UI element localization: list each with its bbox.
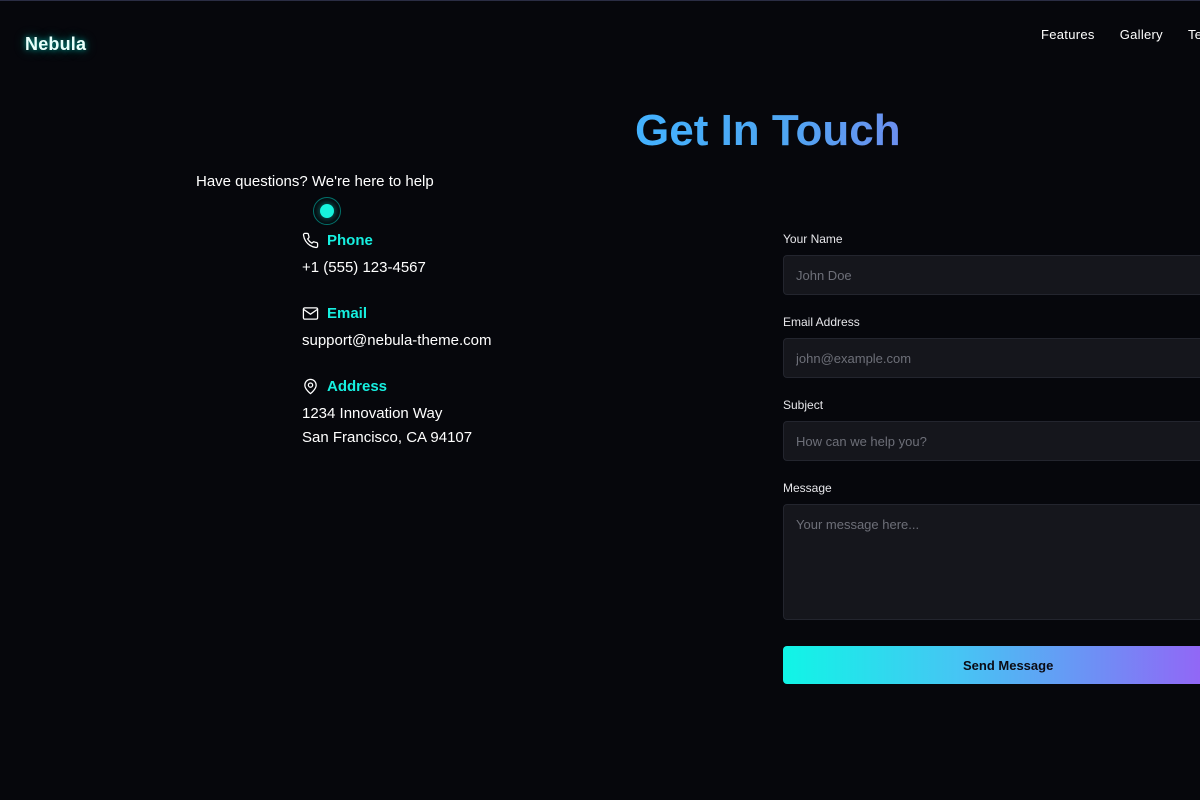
message-label: Message: [783, 481, 832, 495]
contact-address-line2: San Francisco, CA 94107: [302, 429, 473, 446]
phone-icon: [302, 232, 319, 248]
message-textarea[interactable]: [783, 504, 1200, 620]
contact-phone-header: Phone: [302, 230, 426, 250]
brand-logo[interactable]: Nebula: [25, 34, 86, 55]
contact-email-value[interactable]: support@nebula-theme.com: [302, 329, 492, 353]
pulse-dot-icon: [313, 197, 341, 225]
subject-input[interactable]: [783, 421, 1200, 461]
contact-email: Email support@nebula-theme.com: [302, 303, 492, 353]
nav-link-gallery[interactable]: Gallery: [1120, 27, 1163, 43]
main-nav: Features Gallery Te: [1041, 27, 1200, 43]
mail-icon: [302, 306, 319, 320]
email-label: Email Address: [783, 315, 860, 329]
email-input[interactable]: [783, 338, 1200, 378]
name-input[interactable]: [783, 255, 1200, 295]
contact-email-label: Email: [327, 304, 368, 322]
contact-phone: Phone +1 (555) 123-4567: [302, 230, 426, 280]
name-field-group: Your Name: [783, 232, 1200, 295]
subject-label: Subject: [783, 398, 824, 412]
page-subtitle: Have questions? We're here to help: [196, 173, 434, 190]
nav-link-features[interactable]: Features: [1041, 27, 1095, 43]
top-border: [0, 0, 1200, 1]
name-label: Your Name: [783, 232, 843, 246]
contact-page: Nebula Features Gallery Te Get In Touch …: [0, 0, 1200, 800]
contact-address: Address 1234 Innovation Way San Francisc…: [302, 376, 472, 450]
email-field-group: Email Address: [783, 315, 1200, 378]
contact-phone-label: Phone: [327, 231, 373, 249]
contact-address-line1: 1234 Innovation Way: [302, 405, 443, 422]
contact-address-label: Address: [327, 377, 388, 395]
page-title: Get In Touch: [635, 106, 901, 155]
message-field-group: Message: [783, 481, 1200, 620]
contact-address-header: Address: [302, 376, 472, 396]
subject-field-group: Subject: [783, 398, 1200, 461]
send-message-button[interactable]: Send Message: [783, 646, 1200, 684]
map-pin-icon: [304, 378, 317, 394]
nav-link-truncated[interactable]: Te: [1188, 27, 1200, 43]
contact-email-header: Email: [302, 303, 492, 323]
contact-form: Your Name Email Address Subject Message …: [783, 232, 1200, 684]
contact-phone-value[interactable]: +1 (555) 123-4567: [302, 256, 426, 280]
